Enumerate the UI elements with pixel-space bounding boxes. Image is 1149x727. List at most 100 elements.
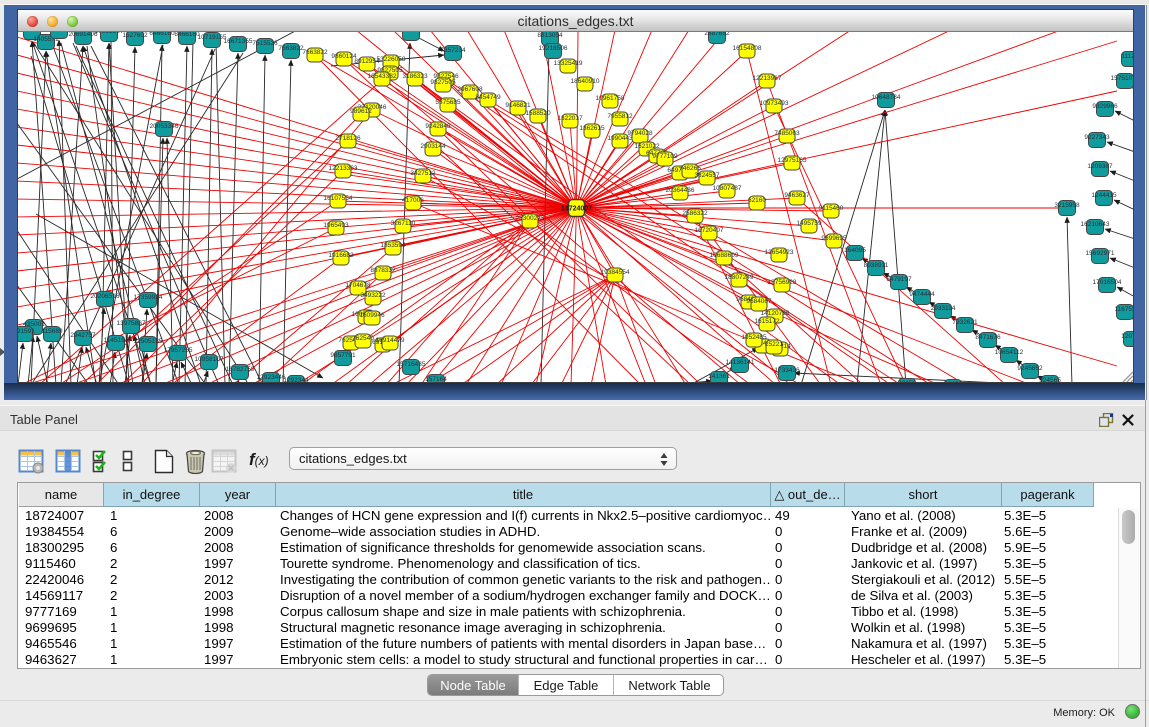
svg-text:9794028: 9794028 (627, 130, 653, 137)
svg-text:92456: 92456 (898, 380, 916, 382)
svg-text:164095: 164095 (844, 247, 866, 254)
svg-text:5375685: 5375685 (435, 99, 461, 106)
svg-text:8471676: 8471676 (975, 334, 1001, 341)
svg-text:3186323: 3186323 (402, 73, 428, 80)
svg-text:16210643: 16210643 (1081, 221, 1110, 228)
svg-text:8813054: 8813054 (537, 32, 563, 39)
svg-text:15716435: 15716435 (397, 361, 426, 368)
svg-text:2967608: 2967608 (457, 86, 483, 93)
svg-text:17957255: 17957255 (164, 347, 193, 354)
svg-text:3215958: 3215958 (1054, 202, 1080, 209)
svg-text:7955812: 7955812 (607, 113, 633, 120)
svg-text:9245652: 9245652 (1017, 365, 1043, 372)
svg-text:11122: 11122 (1121, 53, 1133, 60)
svg-text:9857791: 9857791 (330, 352, 356, 359)
svg-text:116753: 116753 (1114, 306, 1133, 313)
svg-text:989612: 989612 (350, 108, 372, 115)
svg-text:1733426: 1733426 (774, 367, 800, 374)
svg-text:115689: 115689 (41, 328, 63, 335)
svg-text:19218506: 19218506 (539, 45, 568, 52)
svg-text:391591: 391591 (18, 328, 35, 335)
svg-text:9146821: 9146821 (505, 102, 531, 109)
svg-text:1209387: 1209387 (1087, 163, 1113, 170)
svg-text:62160: 62160 (748, 197, 766, 204)
svg-text:15692971: 15692971 (1086, 250, 1115, 257)
svg-text:9684067: 9684067 (746, 298, 772, 305)
svg-text:3824557: 3824557 (694, 172, 720, 179)
svg-text:25221: 25221 (765, 341, 783, 348)
svg-text:8454749: 8454749 (475, 94, 501, 101)
svg-text:2933114: 2933114 (931, 305, 956, 312)
svg-text:1495759: 1495759 (796, 220, 822, 227)
svg-text:1952485: 1952485 (741, 334, 767, 341)
svg-text:141361: 141361 (708, 373, 730, 380)
svg-text:9115460: 9115460 (819, 205, 844, 212)
svg-text:7357234: 7357234 (440, 47, 466, 54)
svg-text:2942757: 2942757 (70, 332, 96, 339)
svg-text:1609946: 1609946 (359, 312, 385, 319)
svg-text:53226058: 53226058 (377, 56, 406, 63)
svg-text:12923446: 12923446 (257, 374, 286, 381)
svg-text:10654112: 10654112 (995, 349, 1024, 356)
svg-text:18640910: 18640910 (571, 78, 600, 85)
svg-text:20053346: 20053346 (150, 123, 179, 130)
svg-text:16720407: 16720407 (695, 227, 724, 234)
svg-text:8938911: 8938911 (864, 262, 889, 269)
svg-text:1244415: 1244415 (1091, 192, 1117, 199)
svg-text:924565: 924565 (1039, 377, 1061, 382)
svg-text:1615172: 1615172 (754, 318, 780, 325)
svg-text:16154808: 16154808 (733, 45, 762, 52)
svg-text:9463627: 9463627 (784, 192, 810, 199)
svg-text:8878332: 8878332 (370, 267, 396, 274)
svg-text:16543382: 16543382 (368, 73, 397, 80)
svg-text:9329966: 9329966 (1092, 103, 1118, 110)
svg-text:7663822: 7663822 (302, 49, 328, 56)
svg-text:26203: 26203 (23, 32, 41, 33)
svg-text:17016504: 17016504 (1093, 279, 1122, 286)
svg-text:16671355: 16671355 (224, 38, 253, 45)
svg-text:10648784: 10648784 (872, 94, 901, 101)
svg-text:18724007: 18724007 (561, 206, 592, 213)
svg-text:20206516: 20206516 (91, 293, 120, 300)
svg-text:1362615: 1362615 (579, 125, 605, 132)
svg-text:1588520: 1588520 (525, 110, 551, 117)
svg-text:15751074: 15751074 (1111, 75, 1133, 82)
svg-text:7515526: 7515526 (252, 40, 278, 47)
svg-text:20691406: 20691406 (69, 32, 98, 38)
svg-text:1916682: 1916682 (328, 252, 354, 259)
svg-text:14136141: 14136141 (726, 359, 755, 366)
svg-text:2718126: 2718126 (335, 135, 361, 142)
svg-text:9327505: 9327505 (430, 79, 456, 86)
svg-text:13975887: 13975887 (117, 320, 146, 327)
svg-text:3267110: 3267110 (391, 220, 416, 227)
svg-text:10688609: 10688609 (710, 252, 739, 259)
svg-text:19756928: 19756928 (768, 279, 797, 286)
svg-text:2903144: 2903144 (420, 143, 446, 150)
svg-text:12975165: 12975165 (778, 157, 807, 164)
svg-text:7485063: 7485063 (774, 130, 800, 137)
svg-text:10961758: 10961758 (596, 95, 625, 102)
svg-text:120753: 120753 (1121, 333, 1133, 340)
svg-text:16782759: 16782759 (226, 366, 255, 373)
svg-text:3493222: 3493222 (360, 292, 386, 299)
svg-text:20364436: 20364436 (666, 187, 695, 194)
svg-text:16914479: 16914479 (376, 337, 405, 344)
svg-text:10973493: 10973493 (760, 100, 789, 107)
svg-text:9777109: 9777109 (652, 153, 678, 160)
svg-text:1353594: 1353594 (380, 242, 406, 249)
svg-text:7663822: 7663822 (278, 45, 304, 52)
svg-text:746266: 746266 (679, 165, 701, 172)
svg-text:2586322: 2586322 (682, 210, 708, 217)
svg-text:10958107: 10958107 (195, 356, 224, 363)
svg-text:417006: 417006 (402, 197, 424, 204)
svg-text:2887682: 2887682 (704, 32, 730, 37)
svg-text:92456: 92456 (944, 381, 962, 382)
svg-text:12213363: 12213363 (329, 165, 358, 172)
svg-text:10807487: 10807487 (713, 185, 742, 192)
svg-text:157164: 157164 (425, 376, 447, 382)
svg-text:10719155: 10719155 (198, 34, 227, 41)
svg-text:6479197: 6479197 (886, 276, 912, 283)
svg-text:25300273: 25300273 (516, 215, 545, 222)
svg-text:16033809: 16033809 (397, 32, 426, 34)
svg-text:6466160: 6466160 (149, 32, 175, 37)
